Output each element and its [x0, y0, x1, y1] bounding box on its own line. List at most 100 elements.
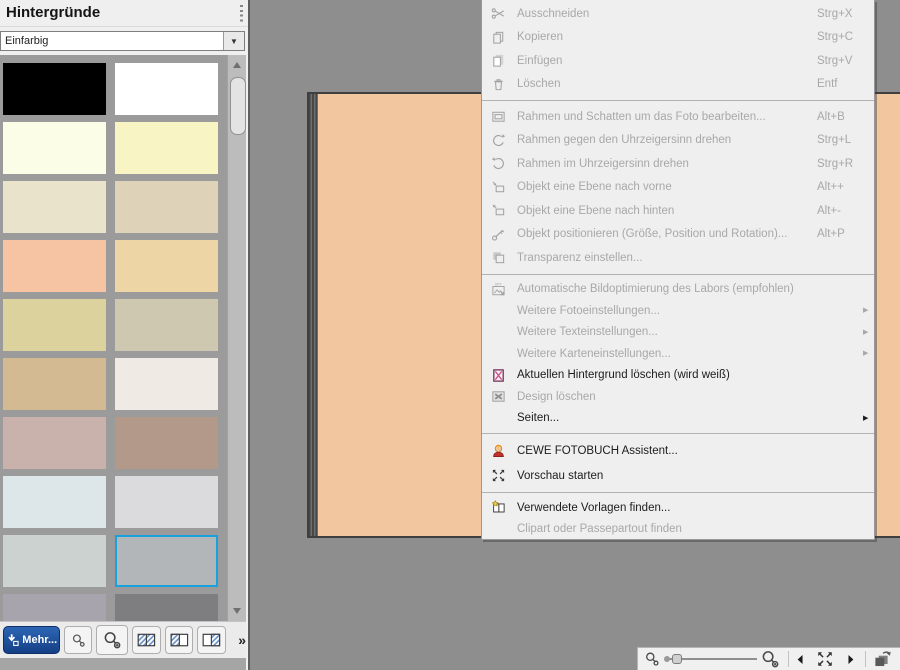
swatch-light-gray[interactable] — [115, 476, 218, 528]
panel-toolbar: Mehr... » — [0, 621, 246, 658]
swatch-beige[interactable] — [115, 181, 218, 233]
menu-item-weitere-karteneinstellungen[interactable]: Weitere Karteneinstellungen...▶ — [482, 343, 874, 365]
menu-item-objekt-positionieren-größe-position-und-[interactable]: Objekt positionieren (Größe, Position un… — [482, 223, 874, 247]
preview-fullscreen-icon[interactable] — [816, 650, 834, 668]
menu-item-label: CEWE FOTOBUCH Assistent... — [511, 445, 817, 457]
zoom-toolbar — [637, 647, 900, 670]
preview-icon — [486, 468, 511, 483]
zoom-out-button[interactable] — [64, 626, 92, 654]
next-page-icon[interactable] — [844, 653, 857, 666]
swatch-taupe[interactable] — [115, 417, 218, 469]
scroll-up-button[interactable] — [228, 57, 246, 73]
swatch-light-beige[interactable] — [3, 181, 106, 233]
apply-spread-right-button[interactable] — [197, 626, 226, 654]
context-menu: AusschneidenStrg+XKopierenStrg+CEinfügen… — [481, 0, 875, 540]
menu-item-label: Objekt eine Ebene nach vorne — [511, 181, 817, 193]
menu-item-cewe-fotobuch-assistent[interactable]: CEWE FOTOBUCH Assistent... — [482, 438, 874, 463]
menu-item-shortcut: Alt+- — [817, 205, 863, 217]
apply-spread-both-button[interactable] — [132, 626, 161, 654]
swatch-scrollbar[interactable] — [227, 55, 246, 621]
swatch-khaki[interactable] — [3, 299, 106, 351]
more-backgrounds-button[interactable]: Mehr... — [3, 626, 60, 654]
menu-item-vorschau-starten[interactable]: Vorschau starten — [482, 463, 874, 488]
layer-down-icon — [486, 203, 511, 218]
menu-item-label: Objekt positionieren (Größe, Position un… — [511, 228, 817, 240]
menu-item-label: Automatische Bildoptimierung des Labors … — [511, 283, 817, 295]
menu-item-transparenz-einstellen[interactable]: Transparenz einstellen... — [482, 246, 874, 270]
swatch-medium-gray[interactable] — [115, 535, 218, 587]
submenu-arrow-icon: ▶ — [863, 307, 872, 314]
position-icon — [486, 227, 511, 242]
panel-drag-handle-icon[interactable] — [240, 5, 243, 22]
menu-item-automatische-bildoptimierung-des-labors-[interactable]: Automatische Bildoptimierung des Labors … — [482, 279, 874, 301]
menu-item-ausschneiden[interactable]: AusschneidenStrg+X — [482, 2, 874, 26]
copy-icon — [486, 30, 511, 45]
menu-item-löschen[interactable]: LöschenEntf — [482, 73, 874, 97]
rotate-pages-icon[interactable] — [873, 650, 892, 669]
menu-item-aktuellen-hintergrund-löschen-wird-weiß[interactable]: Aktuellen Hintergrund löschen (wird weiß… — [482, 365, 874, 387]
backgrounds-panel: Hintergründe Einfarbig ▼ Mehr... — [0, 0, 250, 670]
menu-item-seiten[interactable]: Seiten...▶ — [482, 408, 874, 430]
menu-item-kopieren[interactable]: KopierenStrg+C — [482, 26, 874, 50]
previous-page-icon[interactable] — [794, 653, 807, 666]
book-spine — [309, 94, 318, 536]
zoom-in-icon[interactable] — [761, 650, 780, 669]
menu-item-shortcut: Strg+R — [817, 158, 863, 170]
swatch-wheat[interactable] — [115, 240, 218, 292]
download-icon — [6, 633, 20, 647]
template-find-icon — [486, 500, 511, 515]
zoom-slider[interactable] — [665, 652, 757, 666]
menu-item-label: Rahmen und Schatten um das Foto bearbeit… — [511, 111, 817, 123]
swatch-off-white[interactable] — [115, 358, 218, 410]
slider-knob[interactable] — [672, 654, 682, 664]
menu-item-design-löschen[interactable]: Design löschen — [482, 386, 874, 408]
swatch-ivory[interactable] — [3, 122, 106, 174]
swatch-gray-green[interactable] — [3, 535, 106, 587]
menu-item-objekt-eine-ebene-nach-hinten[interactable]: Objekt eine Ebene nach hintenAlt+- — [482, 199, 874, 223]
menu-item-rahmen-gegen-den-uhrzeigersinn-drehen[interactable]: Rahmen gegen den Uhrzeigersinn drehenStr… — [482, 129, 874, 153]
swatch-pale-blue-gray[interactable] — [3, 476, 106, 528]
zoom-in-button[interactable] — [96, 625, 128, 655]
background-type-dropdown[interactable]: Einfarbig ▼ — [0, 31, 245, 51]
menu-item-objekt-eine-ebene-nach-vorne[interactable]: Objekt eine Ebene nach vorneAlt++ — [482, 176, 874, 200]
swatch-pale-yellow[interactable] — [115, 122, 218, 174]
swatch-black[interactable] — [3, 63, 106, 115]
swatch-grid — [0, 55, 246, 621]
swatch-sand-gray[interactable] — [115, 299, 218, 351]
spread-left-icon — [170, 631, 189, 650]
panel-title: Hintergründe — [0, 0, 248, 27]
menu-item-label: Transparenz einstellen... — [511, 252, 817, 264]
swatch-dark-gray[interactable] — [115, 594, 218, 621]
rotate-cw-icon — [486, 156, 511, 171]
scrollbar-thumb[interactable] — [230, 77, 246, 135]
toolbar-overflow-button[interactable]: » — [238, 632, 246, 648]
menu-item-label: Rahmen gegen den Uhrzeigersinn drehen — [511, 134, 817, 146]
swatch-rosy-gray[interactable] — [3, 417, 106, 469]
menu-item-verwendete-vorlagen-finden[interactable]: Verwendete Vorlagen finden... — [482, 497, 874, 518]
menu-item-rahmen-und-schatten-um-das-foto-bearbeit[interactable]: Rahmen und Schatten um das Foto bearbeit… — [482, 105, 874, 129]
menu-item-label: Weitere Texteinstellungen... — [511, 326, 817, 338]
swatch-white[interactable] — [115, 63, 218, 115]
submenu-arrow-icon: ▶ — [863, 415, 872, 422]
swatch-tan[interactable] — [3, 358, 106, 410]
menu-item-clipart-oder-passepartout-finden[interactable]: Clipart oder Passepartout finden — [482, 518, 874, 539]
toolbar-divider — [865, 651, 866, 667]
menu-item-weitere-fotoeinstellungen[interactable]: Weitere Fotoeinstellungen...▶ — [482, 300, 874, 322]
scroll-down-button[interactable] — [228, 603, 246, 619]
menu-item-einfügen[interactable]: EinfügenStrg+V — [482, 49, 874, 73]
swatch-gray-violet[interactable] — [3, 594, 106, 621]
dropdown-value: Einfarbig — [1, 32, 223, 50]
apply-spread-left-button[interactable] — [165, 626, 194, 654]
menu-item-label: Aktuellen Hintergrund löschen (wird weiß… — [511, 369, 817, 381]
menu-item-rahmen-im-uhrzeigersinn-drehen[interactable]: Rahmen im Uhrzeigersinn drehenStrg+R — [482, 152, 874, 176]
menu-item-label: Verwendete Vorlagen finden... — [511, 502, 817, 514]
menu-item-label: Löschen — [511, 78, 817, 90]
bg-delete-icon — [486, 368, 511, 383]
menu-item-weitere-texteinstellungen[interactable]: Weitere Texteinstellungen...▶ — [482, 322, 874, 344]
zoom-out-icon[interactable] — [644, 651, 660, 667]
swatch-peach[interactable] — [3, 240, 106, 292]
dropdown-arrow-button[interactable]: ▼ — [223, 32, 244, 50]
trash-icon — [486, 77, 511, 92]
submenu-arrow-icon: ▶ — [863, 350, 872, 357]
menu-item-shortcut: Alt+B — [817, 111, 863, 123]
